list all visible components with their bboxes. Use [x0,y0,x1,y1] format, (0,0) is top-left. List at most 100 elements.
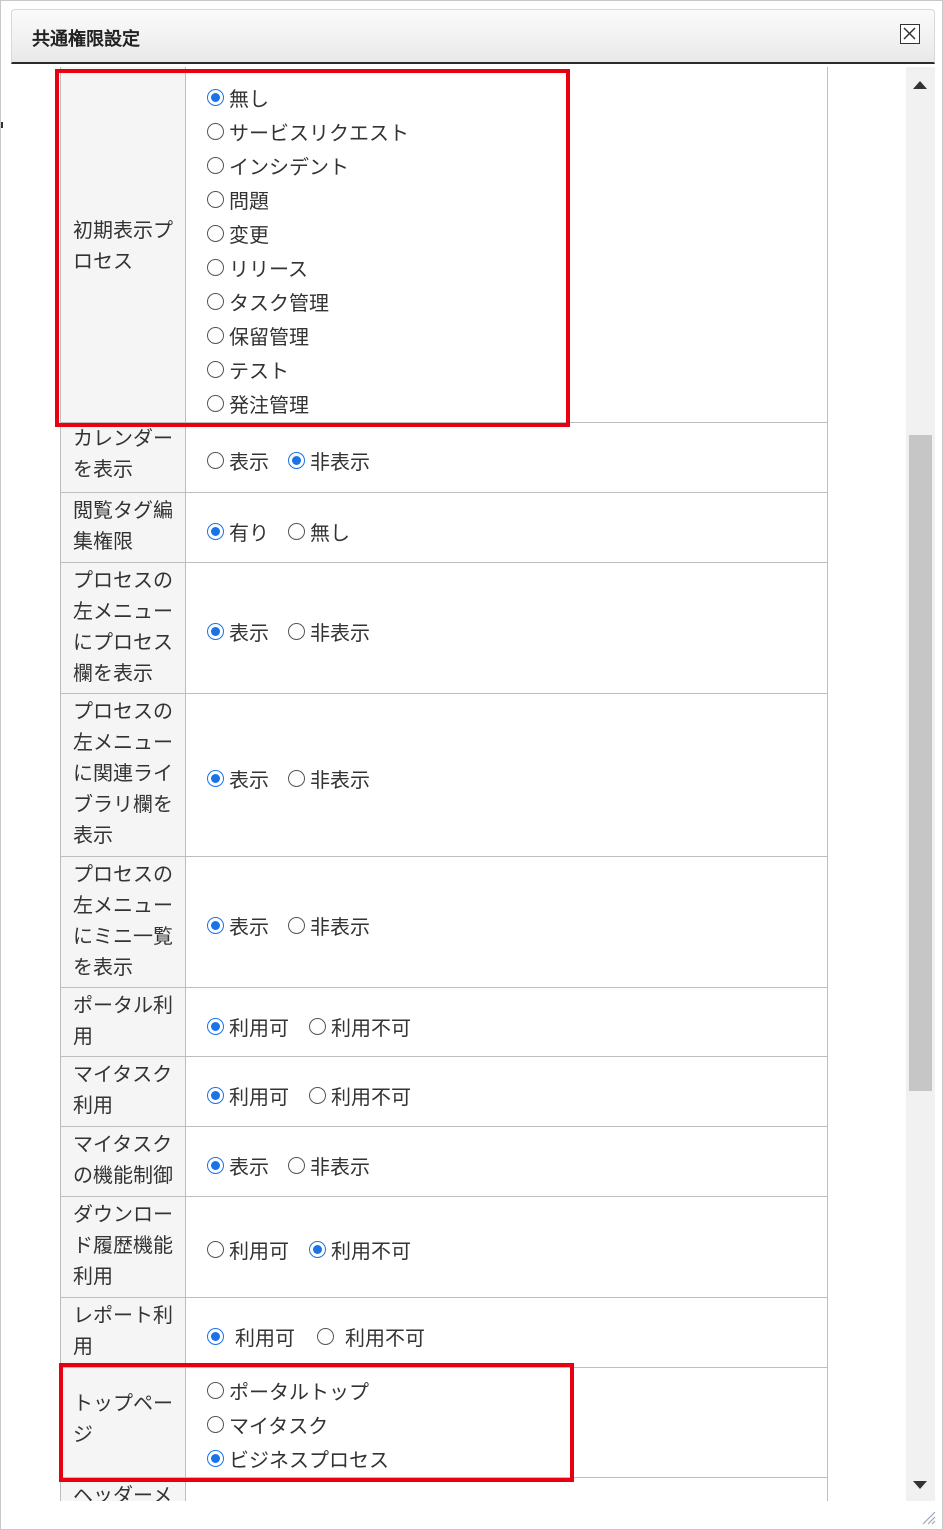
radio-button[interactable] [207,123,224,140]
arrow-up-icon[interactable] [913,81,927,89]
radio-option[interactable]: リリース [207,253,308,282]
common-permission-dialog: 共通権限設定 初期表示プロセス 無し サービスリクエスト インシデント 問題 変… [0,0,943,1530]
setting-row-header-menu: ヘッダーメ [61,1478,827,1501]
radio-button[interactable] [207,523,224,540]
radio-button[interactable] [207,361,224,378]
radio-button[interactable] [207,1382,224,1399]
setting-row-initial-process: 初期表示プロセス 無し サービスリクエスト インシデント 問題 変更 リリース … [61,67,827,423]
radio-button[interactable] [207,1241,224,1258]
radio-option[interactable]: 無し [207,83,269,112]
radio-button[interactable] [288,523,305,540]
radio-button[interactable] [207,1416,224,1433]
radio-button[interactable] [288,770,305,787]
scrollbar-thumb[interactable] [909,435,932,1091]
setting-label: 初期表示プロセス [73,218,173,273]
radio-option[interactable]: マイタスク [207,1410,328,1439]
radio-button[interactable] [288,452,305,469]
radio-button[interactable] [207,770,224,787]
setting-row-download-history: ダウンロード履歴機能利用 利用可 利用不可 [61,1197,827,1298]
setting-label: レポート利用 [73,1303,173,1358]
radio-button[interactable] [207,89,224,106]
radio-option[interactable]: タスク管理 [207,287,329,316]
radio-option[interactable]: 無し [288,517,350,546]
resize-grip-icon[interactable] [920,1509,936,1525]
setting-options: 表示 非表示 [187,694,827,856]
arrow-down-icon[interactable] [913,1481,927,1489]
radio-option[interactable]: 利用不可 [317,1322,425,1351]
setting-label-cell: ポータル利用 [61,988,186,1056]
radio-button[interactable] [207,157,224,174]
setting-options: ポータルトップ マイタスク ビジネスプロセス [187,1368,827,1477]
radio-option[interactable]: 利用不可 [309,1081,411,1110]
radio-option[interactable]: 変更 [207,219,269,248]
radio-button[interactable] [207,225,224,242]
radio-button[interactable] [207,452,224,469]
radio-button[interactable] [288,1157,305,1174]
radio-option[interactable]: 非表示 [288,446,370,475]
radio-option[interactable]: 非表示 [288,1151,370,1180]
dialog-title: 共通権限設定 [32,29,140,50]
dialog-titlebar[interactable]: 共通権限設定 [11,9,935,64]
setting-label: カレンダーを表示 [73,426,173,481]
radio-option[interactable]: 有り [207,517,269,546]
radio-button[interactable] [207,259,224,276]
radio-button[interactable] [207,327,224,344]
radio-option[interactable]: 利用可 [207,1322,295,1351]
setting-label: ダウンロード履歴機能利用 [73,1202,173,1288]
radio-option[interactable]: 発注管理 [207,389,309,418]
setting-row-top-page: トップページ ポータルトップ マイタスク ビジネスプロセス [61,1368,827,1478]
radio-option[interactable]: 非表示 [288,764,370,793]
setting-row-report: レポート利用 利用可 利用不可 [61,1298,827,1368]
setting-row-mytask-control: マイタスクの機能制御 表示 非表示 [61,1127,827,1197]
radio-option[interactable]: 表示 [207,764,269,793]
radio-option[interactable]: 表示 [207,446,269,475]
setting-label-cell: プロセスの左メニューにミニ一覧を表示 [61,857,186,987]
settings-scroll-area: 初期表示プロセス 無し サービスリクエスト インシデント 問題 変更 リリース … [11,67,906,1501]
radio-option[interactable]: テスト [207,355,289,384]
radio-option[interactable]: 表示 [207,911,269,940]
radio-option[interactable]: 表示 [207,1151,269,1180]
radio-option[interactable]: サービスリクエスト [207,117,409,146]
radio-option[interactable]: ビジネスプロセス [207,1444,389,1473]
setting-row-related-library: プロセスの左メニューに関連ライブラリ欄を表示 表示 非表示 [61,694,827,857]
setting-label-cell: ヘッダーメ [61,1478,186,1501]
radio-button[interactable] [288,623,305,640]
radio-option[interactable]: インシデント [207,151,349,180]
radio-button[interactable] [288,917,305,934]
radio-button[interactable] [317,1328,334,1345]
setting-options: 表示 非表示 [187,857,827,987]
radio-option[interactable]: 保留管理 [207,321,309,350]
radio-button[interactable] [207,395,224,412]
radio-option[interactable]: 問題 [207,185,269,214]
radio-option[interactable]: 利用不可 [309,1012,411,1041]
radio-button[interactable] [207,293,224,310]
radio-option[interactable]: 非表示 [288,911,370,940]
radio-option[interactable]: 表示 [207,617,269,646]
radio-button[interactable] [207,191,224,208]
radio-option[interactable]: ポータルトップ [207,1376,369,1405]
radio-button[interactable] [207,917,224,934]
close-icon[interactable] [900,24,920,44]
radio-option[interactable]: 利用不可 [309,1235,411,1264]
setting-label-cell: 初期表示プロセス [61,67,186,422]
radio-button[interactable] [207,1018,224,1035]
radio-button[interactable] [207,1328,224,1345]
radio-option[interactable]: 利用可 [207,1235,289,1264]
radio-button[interactable] [207,623,224,640]
radio-button[interactable] [207,1450,224,1467]
radio-button[interactable] [309,1018,326,1035]
setting-label-cell: ダウンロード履歴機能利用 [61,1197,186,1297]
setting-options: 有り 無し [187,493,827,562]
setting-options: 無し サービスリクエスト インシデント 問題 変更 リリース タスク管理 保留管… [187,67,827,422]
radio-button[interactable] [309,1241,326,1258]
radio-option[interactable]: 利用可 [207,1081,289,1110]
radio-button[interactable] [309,1087,326,1104]
radio-option[interactable]: 非表示 [288,617,370,646]
radio-button[interactable] [207,1087,224,1104]
setting-options: 表示 非表示 [187,423,827,492]
radio-button[interactable] [207,1157,224,1174]
radio-option[interactable]: 利用可 [207,1012,289,1041]
settings-table: 初期表示プロセス 無し サービスリクエスト インシデント 問題 変更 リリース … [55,67,828,1501]
setting-options: 利用可 利用不可 [187,1057,827,1126]
vertical-scrollbar[interactable] [906,67,935,1501]
